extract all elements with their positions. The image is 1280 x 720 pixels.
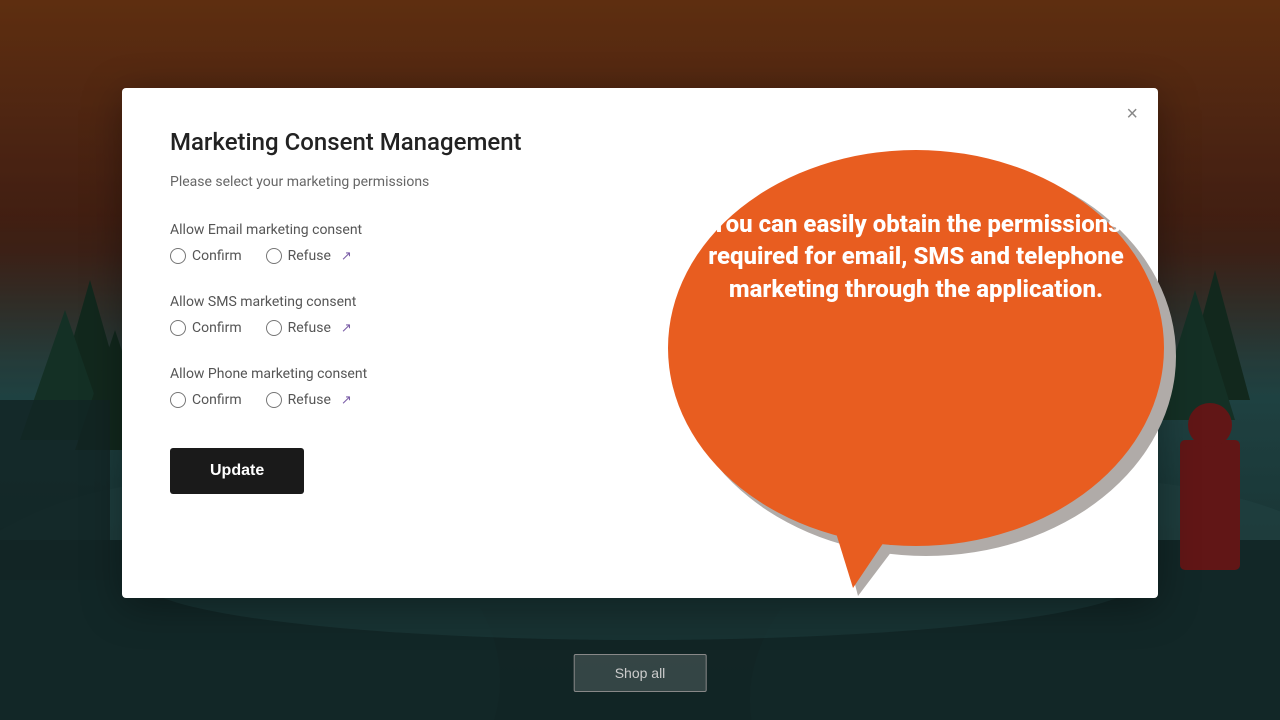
phone-refuse-option[interactable]: Refuse ↗ <box>266 392 352 408</box>
sms-confirm-option[interactable]: Confirm <box>170 320 242 336</box>
email-refuse-label: Refuse <box>288 248 331 264</box>
sms-consent-options: Confirm Refuse ↗ <box>170 320 1110 336</box>
sms-external-link-icon[interactable]: ↗ <box>341 321 352 336</box>
sms-confirm-radio[interactable] <box>170 320 186 336</box>
modal-dialog: × Marketing Consent Management Please se… <box>122 88 1158 598</box>
phone-confirm-label: Confirm <box>192 392 242 408</box>
phone-confirm-radio[interactable] <box>170 392 186 408</box>
shop-all-container: Shop all <box>574 654 707 692</box>
sms-refuse-label: Refuse <box>288 320 331 336</box>
phone-external-link-icon[interactable]: ↗ <box>341 393 352 408</box>
phone-consent-label: Allow Phone marketing consent <box>170 366 1110 382</box>
sms-confirm-label: Confirm <box>192 320 242 336</box>
email-confirm-label: Confirm <box>192 248 242 264</box>
phone-refuse-radio[interactable] <box>266 392 282 408</box>
phone-refuse-label: Refuse <box>288 392 331 408</box>
shop-all-button[interactable]: Shop all <box>574 654 707 692</box>
sms-consent-label: Allow SMS marketing consent <box>170 294 1110 310</box>
email-external-link-icon[interactable]: ↗ <box>341 249 352 264</box>
email-refuse-radio[interactable] <box>266 248 282 264</box>
email-consent-options: Confirm Refuse ↗ <box>170 248 1110 264</box>
update-button[interactable]: Update <box>170 448 304 494</box>
phone-consent-options: Confirm Refuse ↗ <box>170 392 1110 408</box>
phone-consent-section: Allow Phone marketing consent Confirm Re… <box>170 366 1110 408</box>
sms-refuse-radio[interactable] <box>266 320 282 336</box>
email-confirm-option[interactable]: Confirm <box>170 248 242 264</box>
email-consent-label: Allow Email marketing consent <box>170 222 1110 238</box>
sms-refuse-option[interactable]: Refuse ↗ <box>266 320 352 336</box>
email-refuse-option[interactable]: Refuse ↗ <box>266 248 352 264</box>
sms-consent-section: Allow SMS marketing consent Confirm Refu… <box>170 294 1110 336</box>
modal-subtitle: Please select your marketing permissions <box>170 174 1110 190</box>
email-confirm-radio[interactable] <box>170 248 186 264</box>
modal-title: Marketing Consent Management <box>170 128 1110 156</box>
email-consent-section: Allow Email marketing consent Confirm Re… <box>170 222 1110 264</box>
phone-confirm-option[interactable]: Confirm <box>170 392 242 408</box>
close-button[interactable]: × <box>1126 104 1138 124</box>
